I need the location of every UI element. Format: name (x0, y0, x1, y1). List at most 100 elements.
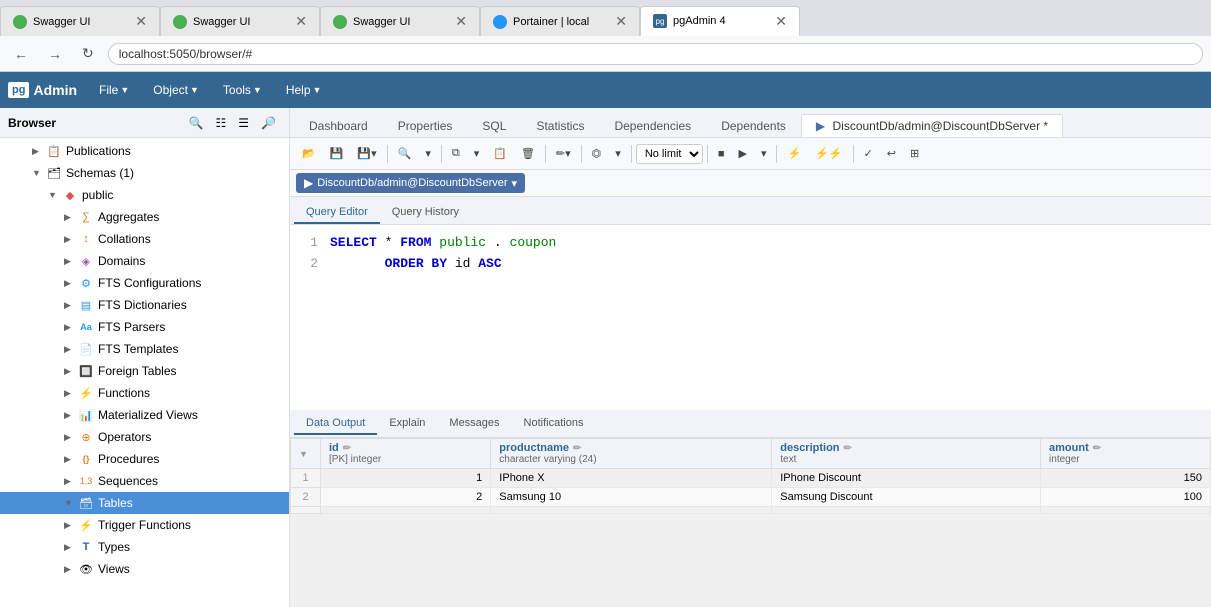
tab-explain[interactable]: Explain (377, 413, 437, 435)
tab-properties[interactable]: Properties (383, 114, 468, 137)
tree-item-fts-dict[interactable]: ▶ ▤ FTS Dictionaries (0, 294, 289, 316)
row-number-2: 2 (291, 488, 321, 507)
tree-item-fts-templates[interactable]: ▶ 📄 FTS Templates (0, 338, 289, 360)
browser-filter-button[interactable]: 🔎 (256, 113, 281, 133)
tree-label-procedures: Procedures (98, 452, 159, 466)
tree-item-fts-config[interactable]: ▶ ⚙ FTS Configurations (0, 272, 289, 294)
tab-close-5[interactable]: ✕ (775, 13, 787, 30)
forward-button[interactable]: → (42, 44, 68, 64)
tab-sql[interactable]: SQL (467, 114, 521, 137)
tree-label-publications: Publications (66, 144, 131, 158)
tab-data-output[interactable]: Data Output (294, 413, 377, 435)
toolbar-search-dropdown-button[interactable]: ▾ (419, 144, 437, 163)
toolbar-edit-button[interactable]: ✏▾ (550, 144, 577, 163)
tab-close-2[interactable]: ✕ (295, 13, 307, 30)
menu-object[interactable]: Object ▼ (143, 79, 209, 101)
toolbar-save-button[interactable]: 💾 (324, 144, 350, 163)
tree-item-tables[interactable]: ▼ 🗃 Tables (0, 492, 289, 514)
toolbar-filter-dropdown-button[interactable]: ▾ (609, 144, 627, 163)
tree-item-domains[interactable]: ▶ ◈ Domains (0, 250, 289, 272)
separator-4 (581, 145, 582, 163)
toolbar-commit-button[interactable]: ✓ (858, 144, 879, 163)
url-bar[interactable] (108, 43, 1203, 65)
separator-6 (707, 145, 708, 163)
tree-item-collations[interactable]: ▶ ↕ Collations (0, 228, 289, 250)
fts-templates-icon: 📄 (78, 341, 94, 357)
tab-swagger-1[interactable]: Swagger UI ✕ (0, 6, 160, 36)
menu-help[interactable]: Help ▼ (276, 79, 332, 101)
tab-dependencies[interactable]: Dependencies (599, 114, 706, 137)
edit-icon-amount[interactable]: ✏ (1093, 443, 1101, 454)
tree-item-functions[interactable]: ▶ ⚡ Functions (0, 382, 289, 404)
tree-item-schemas[interactable]: ▼ 🗂 Schemas (1) (0, 162, 289, 184)
tab-swagger-2[interactable]: Swagger UI ✕ (160, 6, 320, 36)
tab-notifications[interactable]: Notifications (512, 413, 596, 435)
no-limit-select[interactable]: No limit (636, 144, 703, 164)
toolbar-delete-button[interactable]: 🗑 (515, 144, 541, 163)
tree-item-views[interactable]: ▶ 👁 Views (0, 558, 289, 580)
tree-item-procedures[interactable]: ▶ {} Procedures (0, 448, 289, 470)
menu-tools[interactable]: Tools ▼ (213, 79, 272, 101)
toolbar-explain-more-button[interactable]: ⚡⚡ (809, 144, 848, 163)
table-row: 2 2 Samsung 10 Samsung Discount 100 (291, 488, 1211, 507)
tab-dependents[interactable]: Dependents (706, 114, 801, 137)
back-button[interactable]: ← (8, 44, 34, 64)
toolbar-search-button[interactable]: 🔍 (392, 144, 418, 163)
query-dot: . (494, 235, 502, 250)
cell-id-1: 1 (321, 469, 491, 488)
edit-icon-description[interactable]: ✏ (844, 443, 852, 454)
edit-icon-productname[interactable]: ✏ (573, 443, 581, 454)
tree-label-types: Types (98, 540, 130, 554)
tab-close-4[interactable]: ✕ (615, 13, 627, 30)
tab-dashboard[interactable]: Dashboard (294, 114, 383, 137)
tab-query-history[interactable]: Query History (380, 202, 471, 224)
db-indicator[interactable]: ▶ DiscountDb/admin@DiscountDbServer ▾ (296, 173, 525, 193)
toolbar-copy-dropdown-button[interactable]: ▾ (468, 144, 486, 163)
query-editor[interactable]: 1 SELECT * FROM public . coupon 2 ORDER … (290, 225, 1211, 410)
address-bar: ← → ↻ (0, 36, 1211, 72)
tab-pgadmin[interactable]: pg pgAdmin 4 ✕ (640, 6, 800, 36)
tree-item-foreign-tables[interactable]: ▶ 🔲 Foreign Tables (0, 360, 289, 382)
tree-item-types[interactable]: ▶ T Types (0, 536, 289, 558)
tab-query-editor[interactable]: Query Editor (294, 202, 380, 224)
cell-id-2: 2 (321, 488, 491, 507)
pgadmin-menubar: pg Admin File ▼ Object ▼ Tools ▼ Help ▼ (0, 72, 1211, 108)
tree-item-sequences[interactable]: ▶ 1.3 Sequences (0, 470, 289, 492)
tree-item-mat-views[interactable]: ▶ 📊 Materialized Views (0, 404, 289, 426)
edit-icon-id[interactable]: ✏ (343, 443, 351, 454)
browser-search-button[interactable]: 🔍 (184, 113, 209, 133)
tab-close-1[interactable]: ✕ (135, 13, 147, 30)
tree-item-public[interactable]: ▼ ◆ public (0, 184, 289, 206)
tab-portainer[interactable]: Portainer | local ✕ (480, 6, 640, 36)
cell-amount-2: 100 (1041, 488, 1211, 507)
tab-swagger-3[interactable]: Swagger UI ✕ (320, 6, 480, 36)
toolbar-filter-button[interactable]: ⏣ (586, 144, 608, 163)
keyword-order: ORDER BY (385, 256, 447, 271)
tree-item-operators[interactable]: ▶ ⊕ Operators (0, 426, 289, 448)
toolbar-rollback-button[interactable]: ↩ (881, 144, 902, 163)
toolbar-run-dropdown-button[interactable]: ▾ (755, 144, 773, 163)
toolbar-open-file-button[interactable]: 📂 (296, 144, 322, 163)
tree-item-aggregates[interactable]: ▶ ∑ Aggregates (0, 206, 289, 228)
tree-item-trigger-functions[interactable]: ▶ ⚡ Trigger Functions (0, 514, 289, 536)
reload-button[interactable]: ↻ (76, 43, 100, 64)
tab-queryeditor[interactable]: ▶ DiscountDb/admin@DiscountDbServer * (801, 114, 1063, 137)
toolbar-run-button[interactable]: ▶ (732, 144, 752, 163)
tree-item-publications[interactable]: ▶ 📋 Publications (0, 140, 289, 162)
toolbar-copy-button[interactable]: ⧉ (446, 144, 466, 163)
browser-grid-button[interactable]: ☷ (211, 113, 232, 133)
toolbar-paste-button[interactable]: 📋 (487, 144, 513, 163)
tab-messages[interactable]: Messages (437, 413, 511, 435)
tab-close-3[interactable]: ✕ (455, 13, 467, 30)
toolbar-stop-button[interactable]: ■ (712, 145, 731, 163)
tree-label-domains: Domains (98, 254, 145, 268)
toolbar-macro-button[interactable]: ⊞ (904, 144, 925, 163)
toolbar-save-as-button[interactable]: 💾▾ (351, 144, 382, 163)
chevron-right-icon: ▶ (64, 388, 78, 399)
db-indicator-row: ▶ DiscountDb/admin@DiscountDbServer ▾ (290, 170, 1211, 197)
toolbar-explain-button[interactable]: ⚡ (781, 144, 807, 163)
tree-item-fts-parsers[interactable]: ▶ Aa FTS Parsers (0, 316, 289, 338)
tab-statistics[interactable]: Statistics (521, 114, 599, 137)
menu-file[interactable]: File ▼ (89, 79, 139, 101)
browser-list-button[interactable]: ☰ (233, 113, 254, 133)
